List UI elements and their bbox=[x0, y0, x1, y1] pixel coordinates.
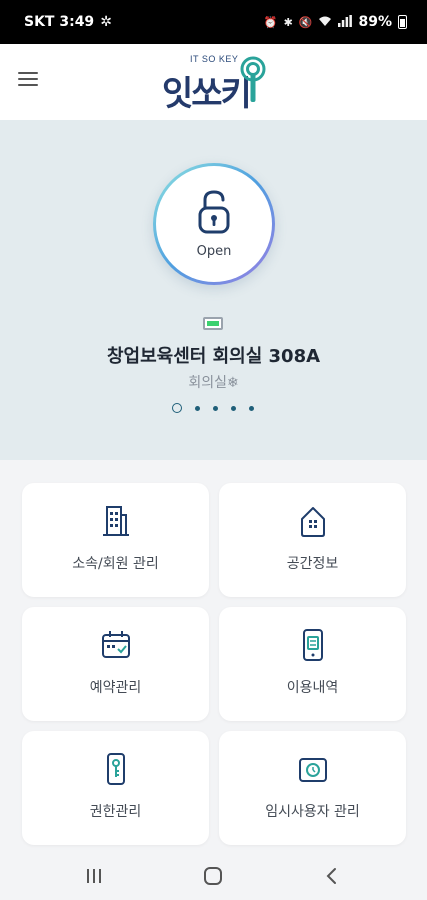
device-battery-icon bbox=[203, 317, 223, 330]
page-dot[interactable] bbox=[249, 405, 254, 411]
key-signal-icon bbox=[240, 56, 266, 102]
signal-icon bbox=[338, 14, 353, 30]
building-icon bbox=[103, 506, 129, 536]
recent-apps-icon[interactable] bbox=[85, 866, 103, 886]
app-header: IT SO KEY 잇쏘키 bbox=[0, 44, 427, 120]
page-indicator bbox=[172, 403, 254, 413]
battery-percent: 89% bbox=[358, 14, 392, 30]
wifi-icon bbox=[318, 15, 332, 30]
menu-label: 이용내역 bbox=[286, 680, 339, 696]
logo-title: 잇쏘키 bbox=[162, 74, 252, 114]
alarm-icon: ⏰ bbox=[263, 15, 278, 29]
menu-label: 소속/회원 관리 bbox=[72, 556, 159, 572]
page-dot[interactable] bbox=[231, 405, 236, 411]
menu-item-membership[interactable]: 소속/회원 관리 bbox=[22, 483, 209, 597]
home-icon[interactable] bbox=[203, 866, 223, 886]
page-dot[interactable] bbox=[213, 405, 218, 411]
open-label: Open bbox=[196, 244, 232, 259]
menu-item-space-info[interactable]: 공간정보 bbox=[219, 483, 406, 597]
page-dot[interactable] bbox=[195, 405, 200, 411]
key-device-icon bbox=[107, 753, 125, 785]
logo-subtitle: IT SO KEY bbox=[190, 54, 239, 64]
door-control-panel: Open 창업보육센터 회의실 308A 회의실❄ bbox=[0, 120, 427, 460]
menu-item-reservation[interactable]: 예약관리 bbox=[22, 607, 209, 721]
page-dot[interactable] bbox=[172, 403, 182, 413]
carrier-time: SKT 3:49 bbox=[24, 14, 95, 30]
mute-icon: 🔇 bbox=[298, 15, 313, 29]
settings-gear-icon: ✲ bbox=[100, 14, 112, 30]
snowflake-icon: ❄ bbox=[226, 375, 239, 391]
unlock-icon bbox=[198, 190, 230, 234]
system-nav-bar bbox=[0, 852, 427, 900]
menu-label: 권한관리 bbox=[89, 804, 142, 820]
bluetooth-icon: ✱ bbox=[283, 15, 293, 29]
room-name: 창업보육센터 회의실 308A bbox=[106, 346, 321, 367]
status-bar: SKT 3:49 ✲ ⏰ ✱ 🔇 89% bbox=[0, 0, 427, 44]
hamburger-icon[interactable] bbox=[18, 72, 38, 90]
menu-label: 공간정보 bbox=[286, 556, 339, 572]
back-icon[interactable] bbox=[323, 866, 339, 886]
open-door-button[interactable]: Open bbox=[153, 163, 275, 285]
menu-item-temp-users[interactable]: 임시사용자 관리 bbox=[219, 731, 406, 845]
house-icon bbox=[301, 507, 325, 537]
temp-user-icon bbox=[299, 758, 327, 782]
room-type: 회의실❄ bbox=[188, 375, 239, 391]
calendar-icon bbox=[102, 631, 130, 658]
menu-label: 임시사용자 관리 bbox=[265, 804, 360, 820]
battery-icon bbox=[398, 15, 407, 29]
phone-history-icon bbox=[303, 629, 323, 661]
menu-item-usage-history[interactable]: 이용내역 bbox=[219, 607, 406, 721]
app-logo: IT SO KEY 잇쏘키 bbox=[160, 52, 270, 114]
menu-item-permissions[interactable]: 권한관리 bbox=[22, 731, 209, 845]
menu-label: 예약관리 bbox=[89, 680, 142, 696]
